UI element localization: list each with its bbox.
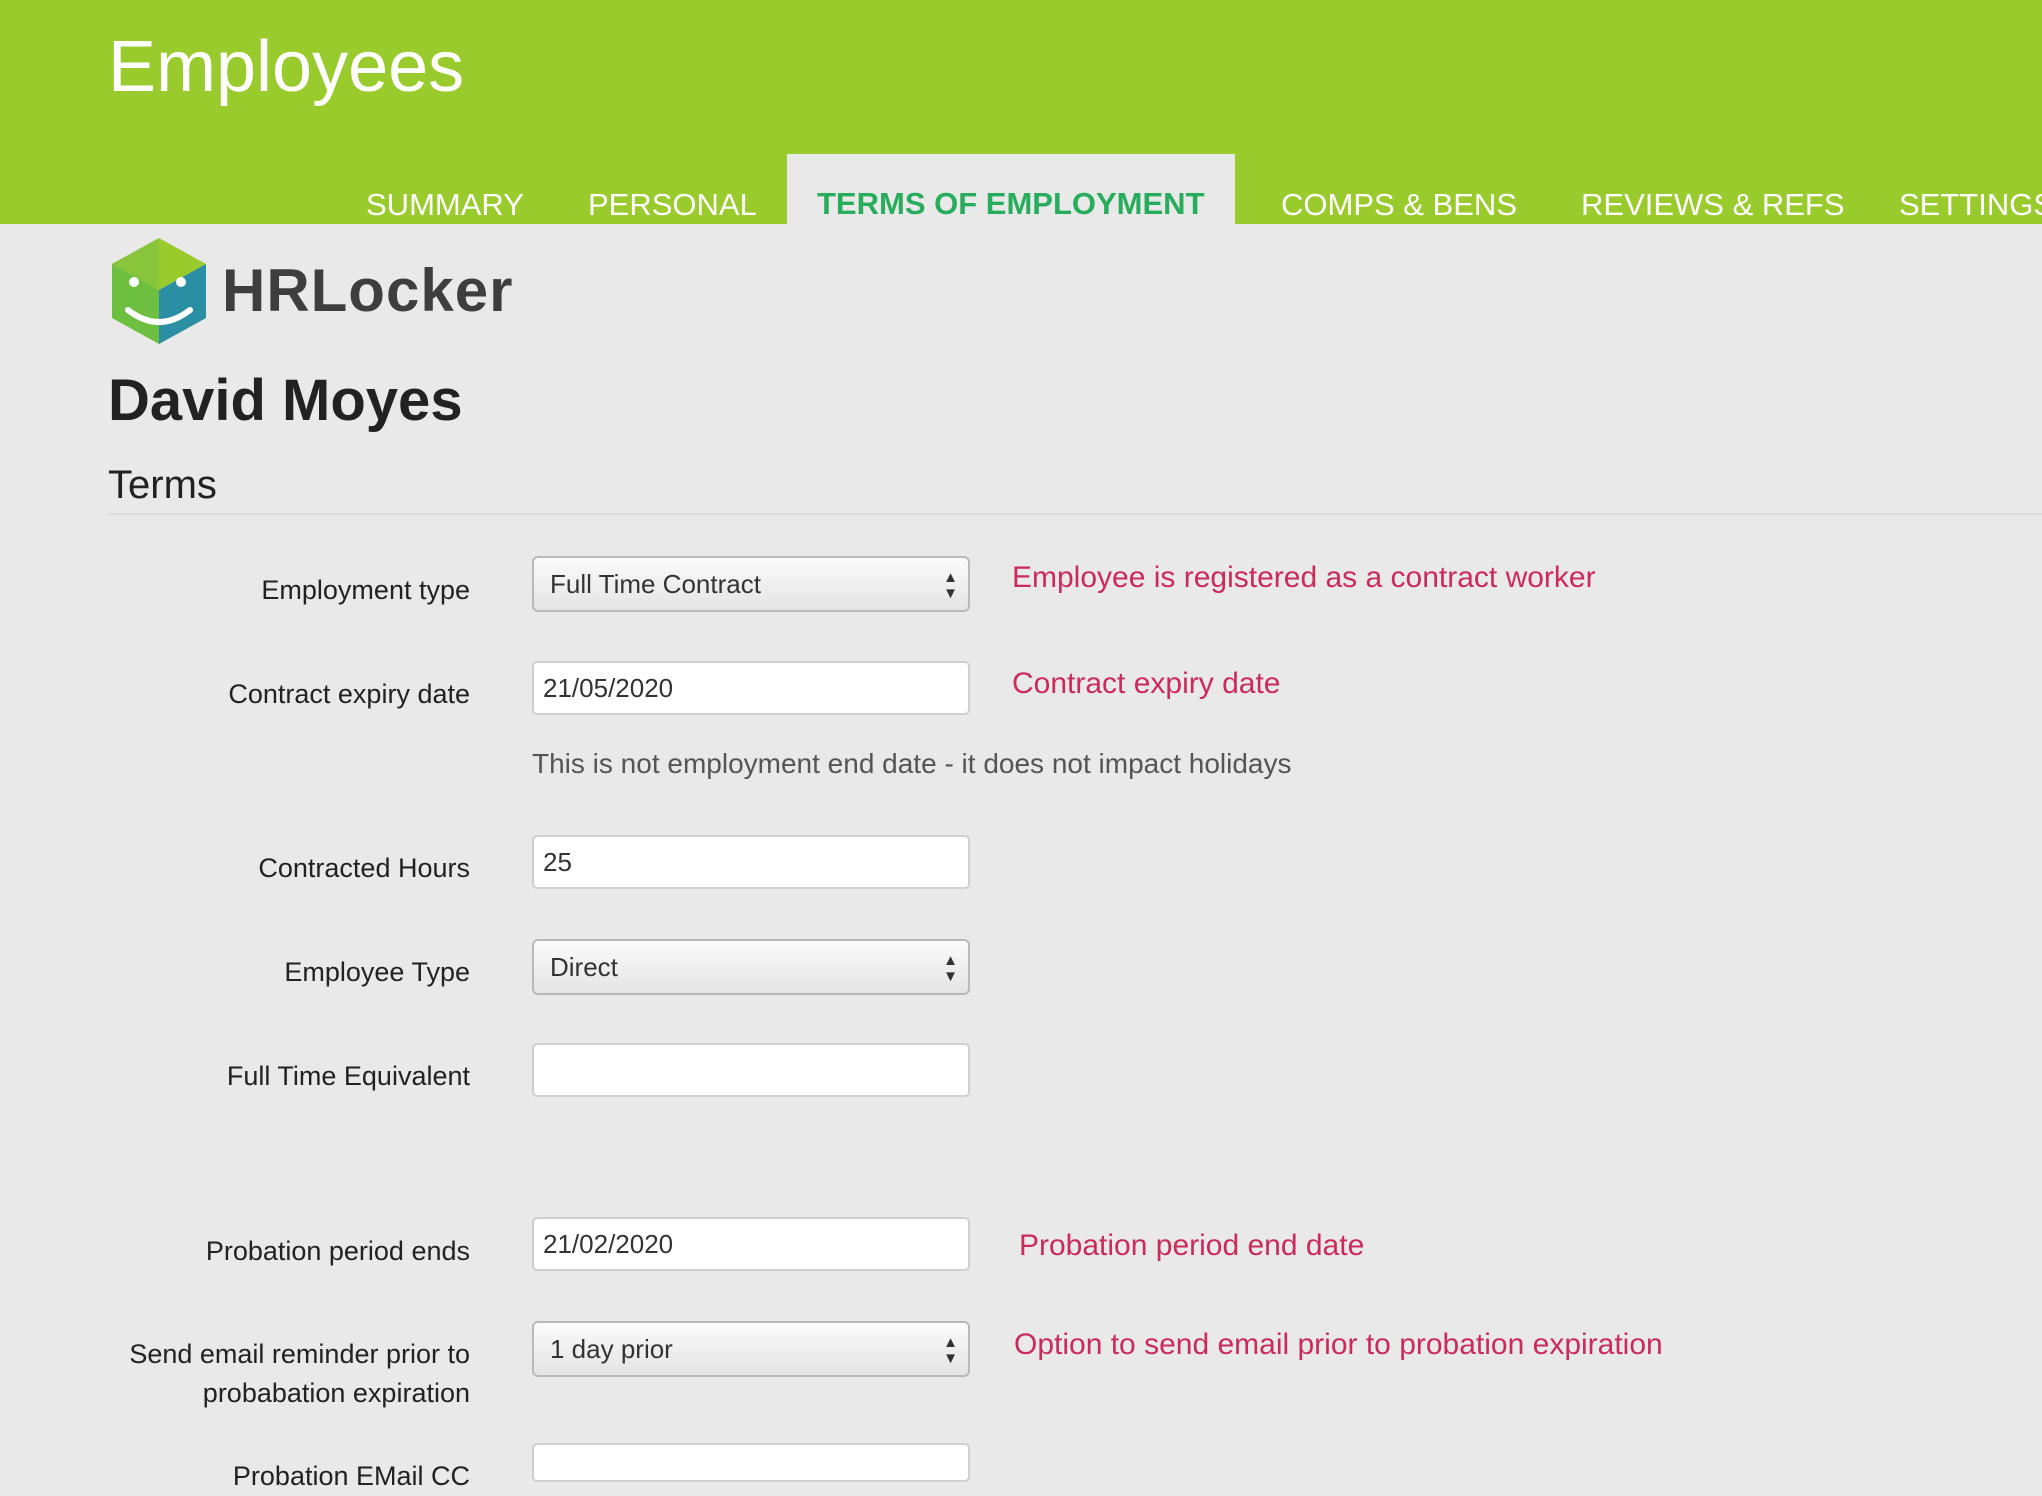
select-arrows-icon: ▲ ▼ — [943, 1334, 958, 1367]
employee-type-select[interactable]: Direct ▲ ▼ — [532, 939, 970, 995]
contract-expiry-help-text: This is not employment end date - it doe… — [532, 748, 1292, 779]
section-title: Terms — [108, 463, 217, 507]
tab-settings[interactable]: SETTINGS — [1899, 186, 2042, 224]
tab-terms-of-employment[interactable]: TERMS OF EMPLOYMENT — [787, 154, 1235, 224]
brand-name: HRLocker — [222, 257, 514, 324]
fte-label: Full Time Equivalent — [226, 1061, 470, 1091]
contracted-hours-label: Contracted Hours — [258, 853, 470, 883]
hrlocker-logo-icon — [112, 238, 206, 344]
contract-expiry-label: Contract expiry date — [228, 679, 470, 709]
top-header-bar: Employees SUMMARY PERSONAL TERMS OF EMPL… — [0, 0, 2042, 224]
tab-comps-bens[interactable]: COMPS & BENS — [1281, 186, 1517, 224]
select-arrows-icon: ▲ ▼ — [943, 952, 958, 985]
email-reminder-value: 1 day prior — [550, 1334, 673, 1364]
probation-end-input[interactable] — [532, 1217, 970, 1271]
probation-email-cc-input[interactable] — [532, 1443, 970, 1482]
contract-expiry-hint: Contract expiry date — [1012, 667, 1281, 700]
select-arrows-icon: ▲ ▼ — [943, 569, 958, 602]
tab-summary[interactable]: SUMMARY — [366, 186, 524, 224]
app-title: Employees — [108, 27, 465, 107]
email-reminder-select[interactable]: 1 day prior ▲ ▼ — [532, 1321, 970, 1377]
employment-type-value: Full Time Contract — [550, 569, 761, 599]
email-reminder-label-line2: probabation expiration — [202, 1378, 470, 1408]
employment-type-hint: Employee is registered as a contract wor… — [1012, 561, 1596, 594]
contracted-hours-input[interactable] — [532, 835, 970, 889]
probation-email-cc-label: Probation EMail CC — [232, 1461, 470, 1491]
employee-type-label: Employee Type — [284, 957, 470, 987]
employee-type-value: Direct — [550, 952, 618, 982]
fte-input[interactable] — [532, 1043, 970, 1097]
email-reminder-label-line1: Send email reminder prior to — [129, 1339, 470, 1369]
section-divider — [108, 513, 2042, 515]
employment-type-select[interactable]: Full Time Contract ▲ ▼ — [532, 556, 970, 612]
employee-name: David Moyes — [108, 368, 463, 433]
probation-end-hint: Probation period end date — [1019, 1229, 1365, 1262]
email-reminder-hint: Option to send email prior to probation … — [1014, 1328, 1663, 1361]
contract-expiry-input[interactable] — [532, 661, 970, 715]
tab-personal[interactable]: PERSONAL — [588, 186, 757, 224]
employment-type-label: Employment type — [261, 575, 470, 605]
probation-end-label: Probation period ends — [205, 1236, 470, 1266]
tab-reviews-refs[interactable]: REVIEWS & REFS — [1581, 186, 1845, 224]
